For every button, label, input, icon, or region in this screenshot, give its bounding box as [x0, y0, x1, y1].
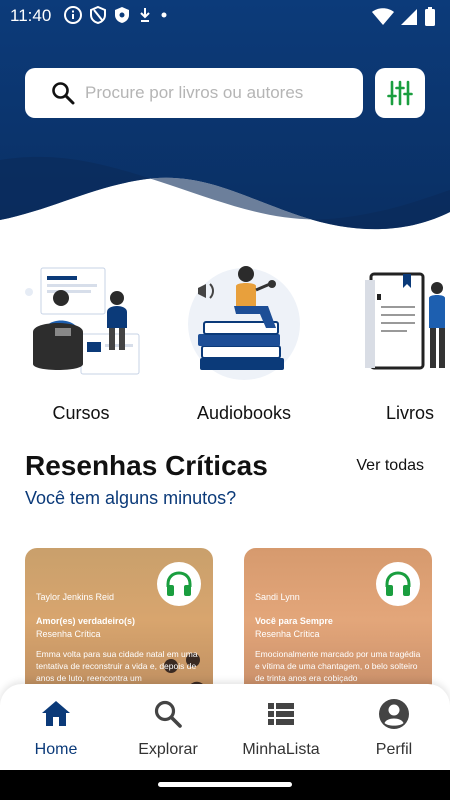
headphones-icon — [166, 571, 192, 596]
category-cursos[interactable]: Cursos — [21, 262, 141, 424]
header-wave-background — [0, 0, 450, 230]
card-excerpt: Emma volta para sua cidade natal em uma … — [36, 649, 198, 683]
books-illustration — [365, 272, 445, 370]
home-icon — [42, 701, 70, 726]
section-subtitle: Você tem alguns minutos? — [25, 488, 237, 508]
home-screen: 11:40 Procure por livros ou autores Curs… — [0, 0, 450, 800]
list-icon — [268, 703, 294, 725]
info-icon — [64, 6, 82, 24]
nav-explorar[interactable]: Explorar — [118, 698, 218, 759]
category-label: Audiobooks — [196, 403, 292, 423]
card-author: Taylor Jenkins Reid — [36, 592, 115, 602]
nav-label: Perfil — [375, 741, 413, 758]
section-title: Resenhas Críticas — [25, 450, 268, 481]
nav-home[interactable]: Home — [6, 698, 106, 759]
nav-label: MinhaLista — [242, 741, 320, 758]
nav-label: Explorar — [138, 741, 198, 758]
search-input[interactable] — [85, 83, 345, 103]
status-time: 11:40 — [10, 6, 52, 25]
nav-minhalista[interactable]: MinhaLista — [231, 698, 331, 759]
system-icons — [372, 7, 436, 27]
status-bar: 11:40 — [0, 0, 450, 32]
dot-icon — [161, 12, 167, 18]
headphones-icon — [385, 571, 411, 596]
home-gesture-handle[interactable] — [158, 782, 292, 787]
search-bar[interactable] — [25, 68, 363, 118]
account-icon — [379, 699, 409, 729]
wifi-icon — [372, 8, 394, 25]
audiobooks-illustration — [188, 266, 300, 380]
category-audiobooks[interactable]: Audiobooks — [184, 262, 304, 424]
shield-outline-icon — [90, 6, 106, 24]
see-all-link[interactable]: Ver todas — [356, 457, 424, 475]
notification-icons — [64, 6, 168, 24]
download-icon — [140, 8, 150, 22]
category-label: Cursos — [52, 403, 110, 423]
card-kind: Resenha Crítica — [255, 629, 320, 639]
sliders-icon — [387, 80, 413, 106]
nav-label: Home — [34, 741, 78, 758]
category-label: Livros — [385, 403, 434, 423]
card-title: Amor(es) verdadeiro(s) — [36, 616, 136, 626]
courses-illustration — [25, 267, 140, 375]
battery-icon — [425, 7, 435, 26]
filter-button[interactable] — [375, 68, 425, 118]
card-kind: Resenha Crítica — [36, 629, 101, 639]
category-livros[interactable]: Livros — [355, 262, 450, 424]
shield-icon — [115, 7, 129, 23]
listen-button[interactable] — [376, 562, 420, 606]
bottom-navigation: Home Explorar MinhaLista Perfil — [0, 684, 450, 770]
listen-button[interactable] — [157, 562, 201, 606]
search-icon — [52, 82, 75, 105]
signal-icon — [401, 9, 417, 25]
nav-perfil[interactable]: Perfil — [344, 698, 444, 759]
card-author: Sandi Lynn — [255, 592, 300, 602]
search-icon — [154, 700, 182, 728]
card-excerpt: Emocionalmente marcado por uma tragédia … — [255, 649, 421, 683]
card-title: Você para Sempre — [255, 616, 333, 626]
